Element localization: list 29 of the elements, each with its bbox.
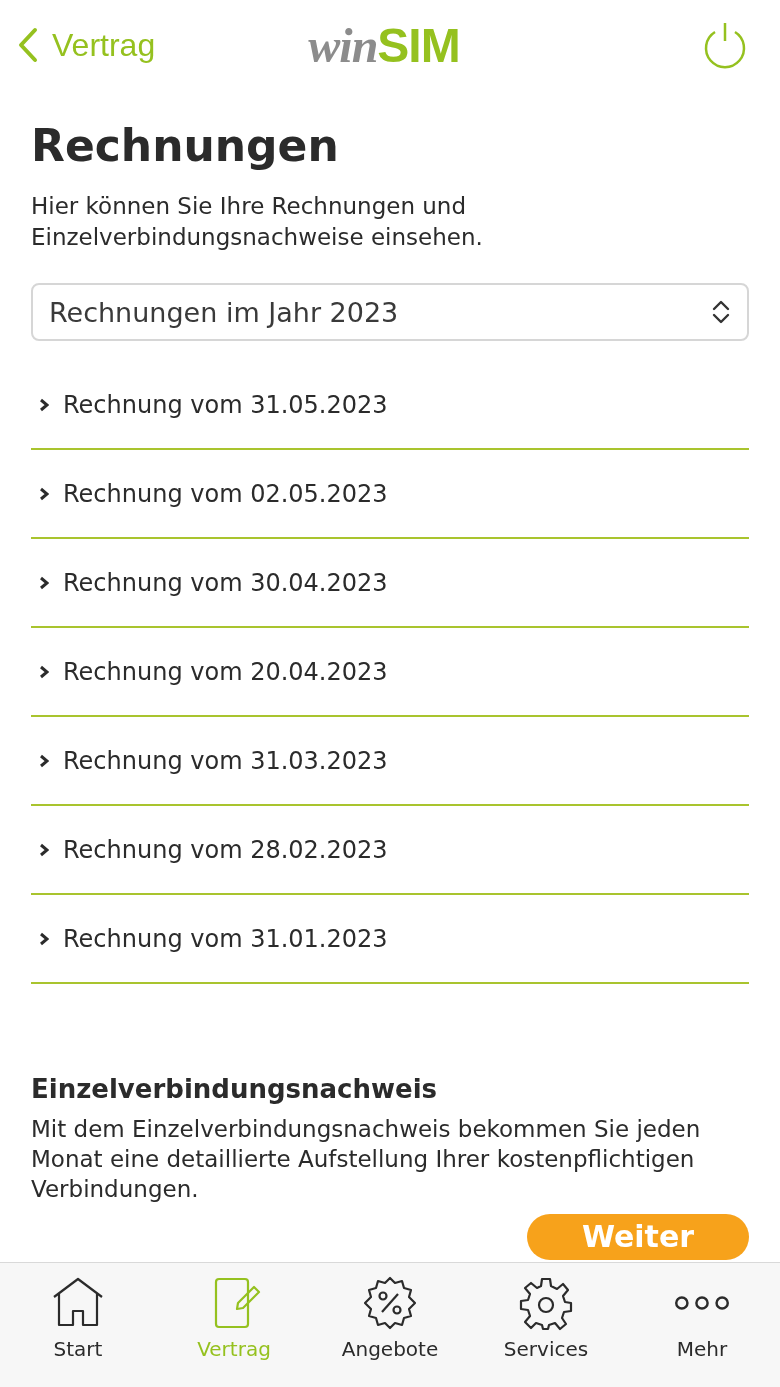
- settings-icon: [518, 1275, 574, 1331]
- section-text: Mit dem Einzelverbindungsnachweis bekommen Sie jeden Monat eine detaillierte Aufstellung Ihrer kostenpflichtigen Verbindungen.: [31, 1115, 702, 1204]
- invoice-item[interactable]: Rechnung vom 31.01.2023: [31, 895, 749, 984]
- year-select[interactable]: Rechnungen im Jahr 2023: [31, 283, 749, 341]
- invoice-item[interactable]: Rechnung vom 02.05.2023: [31, 450, 749, 539]
- chevron-right-icon: [39, 575, 49, 590]
- chevron-right-icon: [39, 842, 49, 857]
- chevron-right-icon: [39, 486, 49, 501]
- more-icon: [674, 1295, 730, 1311]
- percent-badge-icon: [362, 1275, 418, 1331]
- invoice-item[interactable]: Rechnung vom 28.02.2023: [31, 806, 749, 895]
- tab[interactable]: Start: [0, 1263, 156, 1387]
- chevron-right-icon: [39, 753, 49, 768]
- back-chevron-icon: [18, 27, 38, 63]
- intro-text: Hier können Sie Ihre Rechnungen und Einzelverbindungsnachweise einsehen.: [31, 192, 484, 252]
- invoice-item[interactable]: Rechnung vom 31.03.2023: [31, 717, 749, 806]
- invoice-item[interactable]: Rechnung vom 31.05.2023: [31, 361, 749, 450]
- chevron-right-icon: [39, 664, 49, 679]
- tab[interactable]: Services: [468, 1263, 624, 1387]
- invoice-item[interactable]: Rechnung vom 20.04.2023: [31, 628, 749, 717]
- page-title: Rechnungen: [31, 120, 340, 171]
- tab[interactable]: Angebote: [312, 1263, 468, 1387]
- section-heading: Einzelverbindungsnachweis: [31, 1074, 439, 1104]
- chevron-right-icon: [39, 397, 49, 412]
- tab[interactable]: Mehr: [624, 1263, 780, 1387]
- invoice-item[interactable]: Rechnung vom 30.04.2023: [31, 539, 749, 628]
- chevron-right-icon: [39, 931, 49, 946]
- updown-chevron-icon: [711, 300, 731, 324]
- logo: winSIM: [308, 17, 460, 73]
